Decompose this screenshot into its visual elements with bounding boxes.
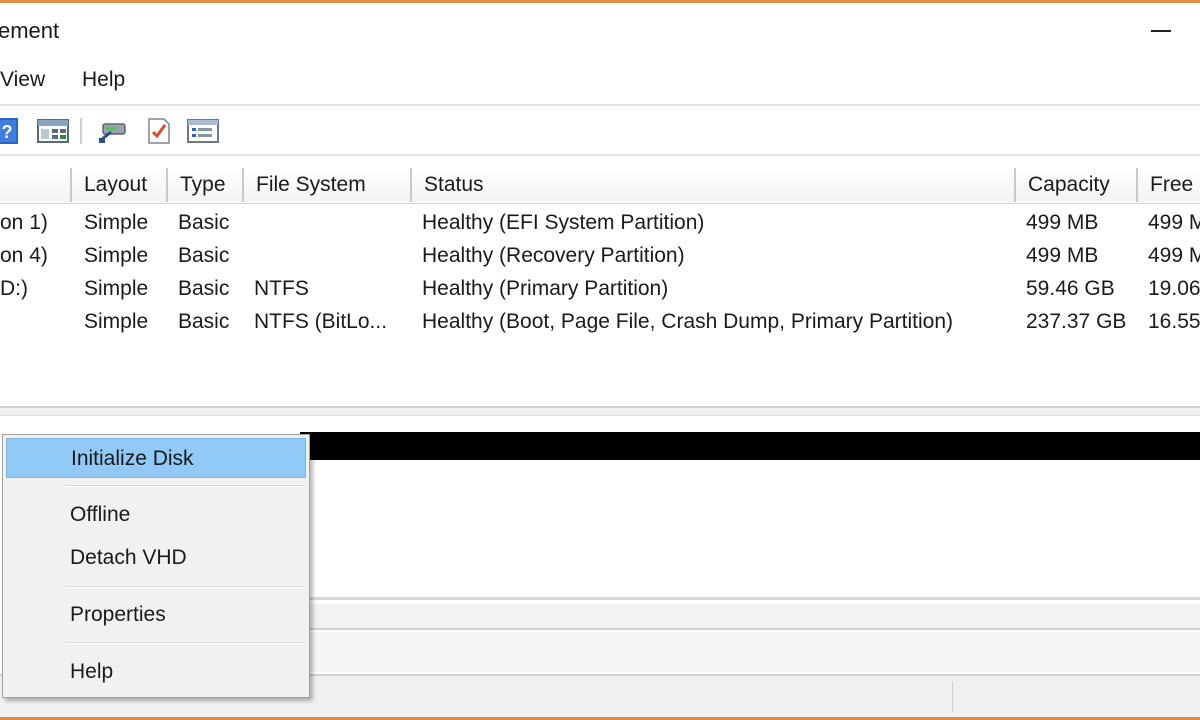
table-row[interactable]: on 4) Simple Basic Healthy (Recovery Par… xyxy=(0,239,1200,272)
menu-separator xyxy=(65,642,305,644)
menu-help[interactable]: Help xyxy=(82,68,125,92)
list-view-button[interactable] xyxy=(186,116,220,146)
status-bar-separator xyxy=(952,682,953,712)
cell-file-system: NTFS (BitLo... xyxy=(254,310,388,333)
menu-item-detach-vhd[interactable]: Detach VHD xyxy=(6,538,306,578)
connect-disk-button[interactable] xyxy=(96,116,130,146)
menu-bar: View Help xyxy=(0,58,1200,102)
check-properties-icon xyxy=(148,118,170,144)
cell-layout: Simple xyxy=(84,310,149,333)
title-bar: ement xyxy=(0,3,1200,55)
cell-layout: Simple xyxy=(84,244,149,267)
list-view-icon xyxy=(187,119,219,143)
toolbar: ? xyxy=(0,104,1200,154)
cell-status: Healthy (Boot, Page File, Crash Dump, Pr… xyxy=(422,310,954,333)
column-header-volume[interactable] xyxy=(0,168,70,202)
table-row[interactable]: Simple Basic NTFS (BitLo... Healthy (Boo… xyxy=(0,305,1200,338)
check-properties-button[interactable] xyxy=(142,116,176,146)
disk-row-divider xyxy=(300,604,1200,630)
cell-layout: Simple xyxy=(84,211,149,234)
volume-list: Layout Type File System Status Capacity … xyxy=(0,154,1200,406)
cell-layout: Simple xyxy=(84,277,149,300)
menu-item-properties[interactable]: Properties xyxy=(6,595,306,635)
column-header-file-system[interactable]: File System xyxy=(242,168,410,202)
svg-text:?: ? xyxy=(2,122,13,142)
show-hide-console-tree-icon xyxy=(37,119,69,143)
menu-item-offline[interactable]: Offline xyxy=(6,495,306,535)
cell-status: Healthy (Recovery Partition) xyxy=(422,244,685,267)
show-hide-console-tree-button[interactable] xyxy=(36,116,70,146)
cell-volume: D:) xyxy=(0,277,28,300)
cell-type: Basic xyxy=(178,310,230,333)
column-header-type[interactable]: Type xyxy=(166,168,242,202)
menu-item-help[interactable]: Help xyxy=(6,652,306,692)
list-header: Layout Type File System Status Capacity … xyxy=(0,166,1200,204)
menu-separator xyxy=(65,586,305,588)
cell-type: Basic xyxy=(178,211,230,234)
cell-capacity: 499 MB xyxy=(1026,211,1099,234)
connect-disk-icon xyxy=(99,123,126,143)
cell-capacity: 59.46 GB xyxy=(1026,277,1115,300)
unallocated-disk-bar[interactable] xyxy=(300,432,1200,460)
help-icon: ? xyxy=(0,118,18,144)
column-header-free[interactable]: Free xyxy=(1136,168,1200,202)
cell-capacity: 499 MB xyxy=(1026,244,1099,267)
cell-free: 499 M xyxy=(1148,244,1200,267)
window-title: ement xyxy=(0,18,60,43)
pane-splitter[interactable] xyxy=(0,406,1200,416)
cell-type: Basic xyxy=(178,244,230,267)
cell-status: Healthy (Primary Partition) xyxy=(422,277,669,300)
help-button[interactable]: ? xyxy=(0,116,26,146)
cell-free: 499 M xyxy=(1148,211,1200,234)
cell-free: 16.55 xyxy=(1148,310,1200,333)
unallocated-disk-region[interactable] xyxy=(300,460,1200,600)
cell-type: Basic xyxy=(178,277,230,300)
toolbar-separator xyxy=(80,118,82,144)
cell-file-system: NTFS xyxy=(254,277,309,300)
minimize-button[interactable] xyxy=(1145,11,1177,51)
disk-row-next xyxy=(300,632,1200,672)
column-header-layout[interactable]: Layout xyxy=(70,168,166,202)
table-row[interactable]: D:) Simple Basic NTFS Healthy (Primary P… xyxy=(0,272,1200,305)
cell-status: Healthy (EFI System Partition) xyxy=(422,211,705,234)
column-header-status[interactable]: Status xyxy=(410,168,1014,202)
table-row[interactable]: on 1) Simple Basic Healthy (EFI System P… xyxy=(0,206,1200,239)
cell-volume: on 1) xyxy=(0,211,48,234)
menu-separator xyxy=(65,485,305,487)
minimize-icon xyxy=(1151,30,1171,32)
menu-item-initialize-disk[interactable]: Initialize Disk xyxy=(6,438,306,478)
column-header-capacity[interactable]: Capacity xyxy=(1014,168,1136,202)
cell-volume: on 4) xyxy=(0,244,48,267)
disk-context-menu: Initialize Disk Offline Detach VHD Prope… xyxy=(2,434,310,698)
cell-capacity: 237.37 GB xyxy=(1026,310,1127,333)
menu-view[interactable]: View xyxy=(0,68,45,92)
cell-free: 19.06 xyxy=(1148,277,1200,300)
